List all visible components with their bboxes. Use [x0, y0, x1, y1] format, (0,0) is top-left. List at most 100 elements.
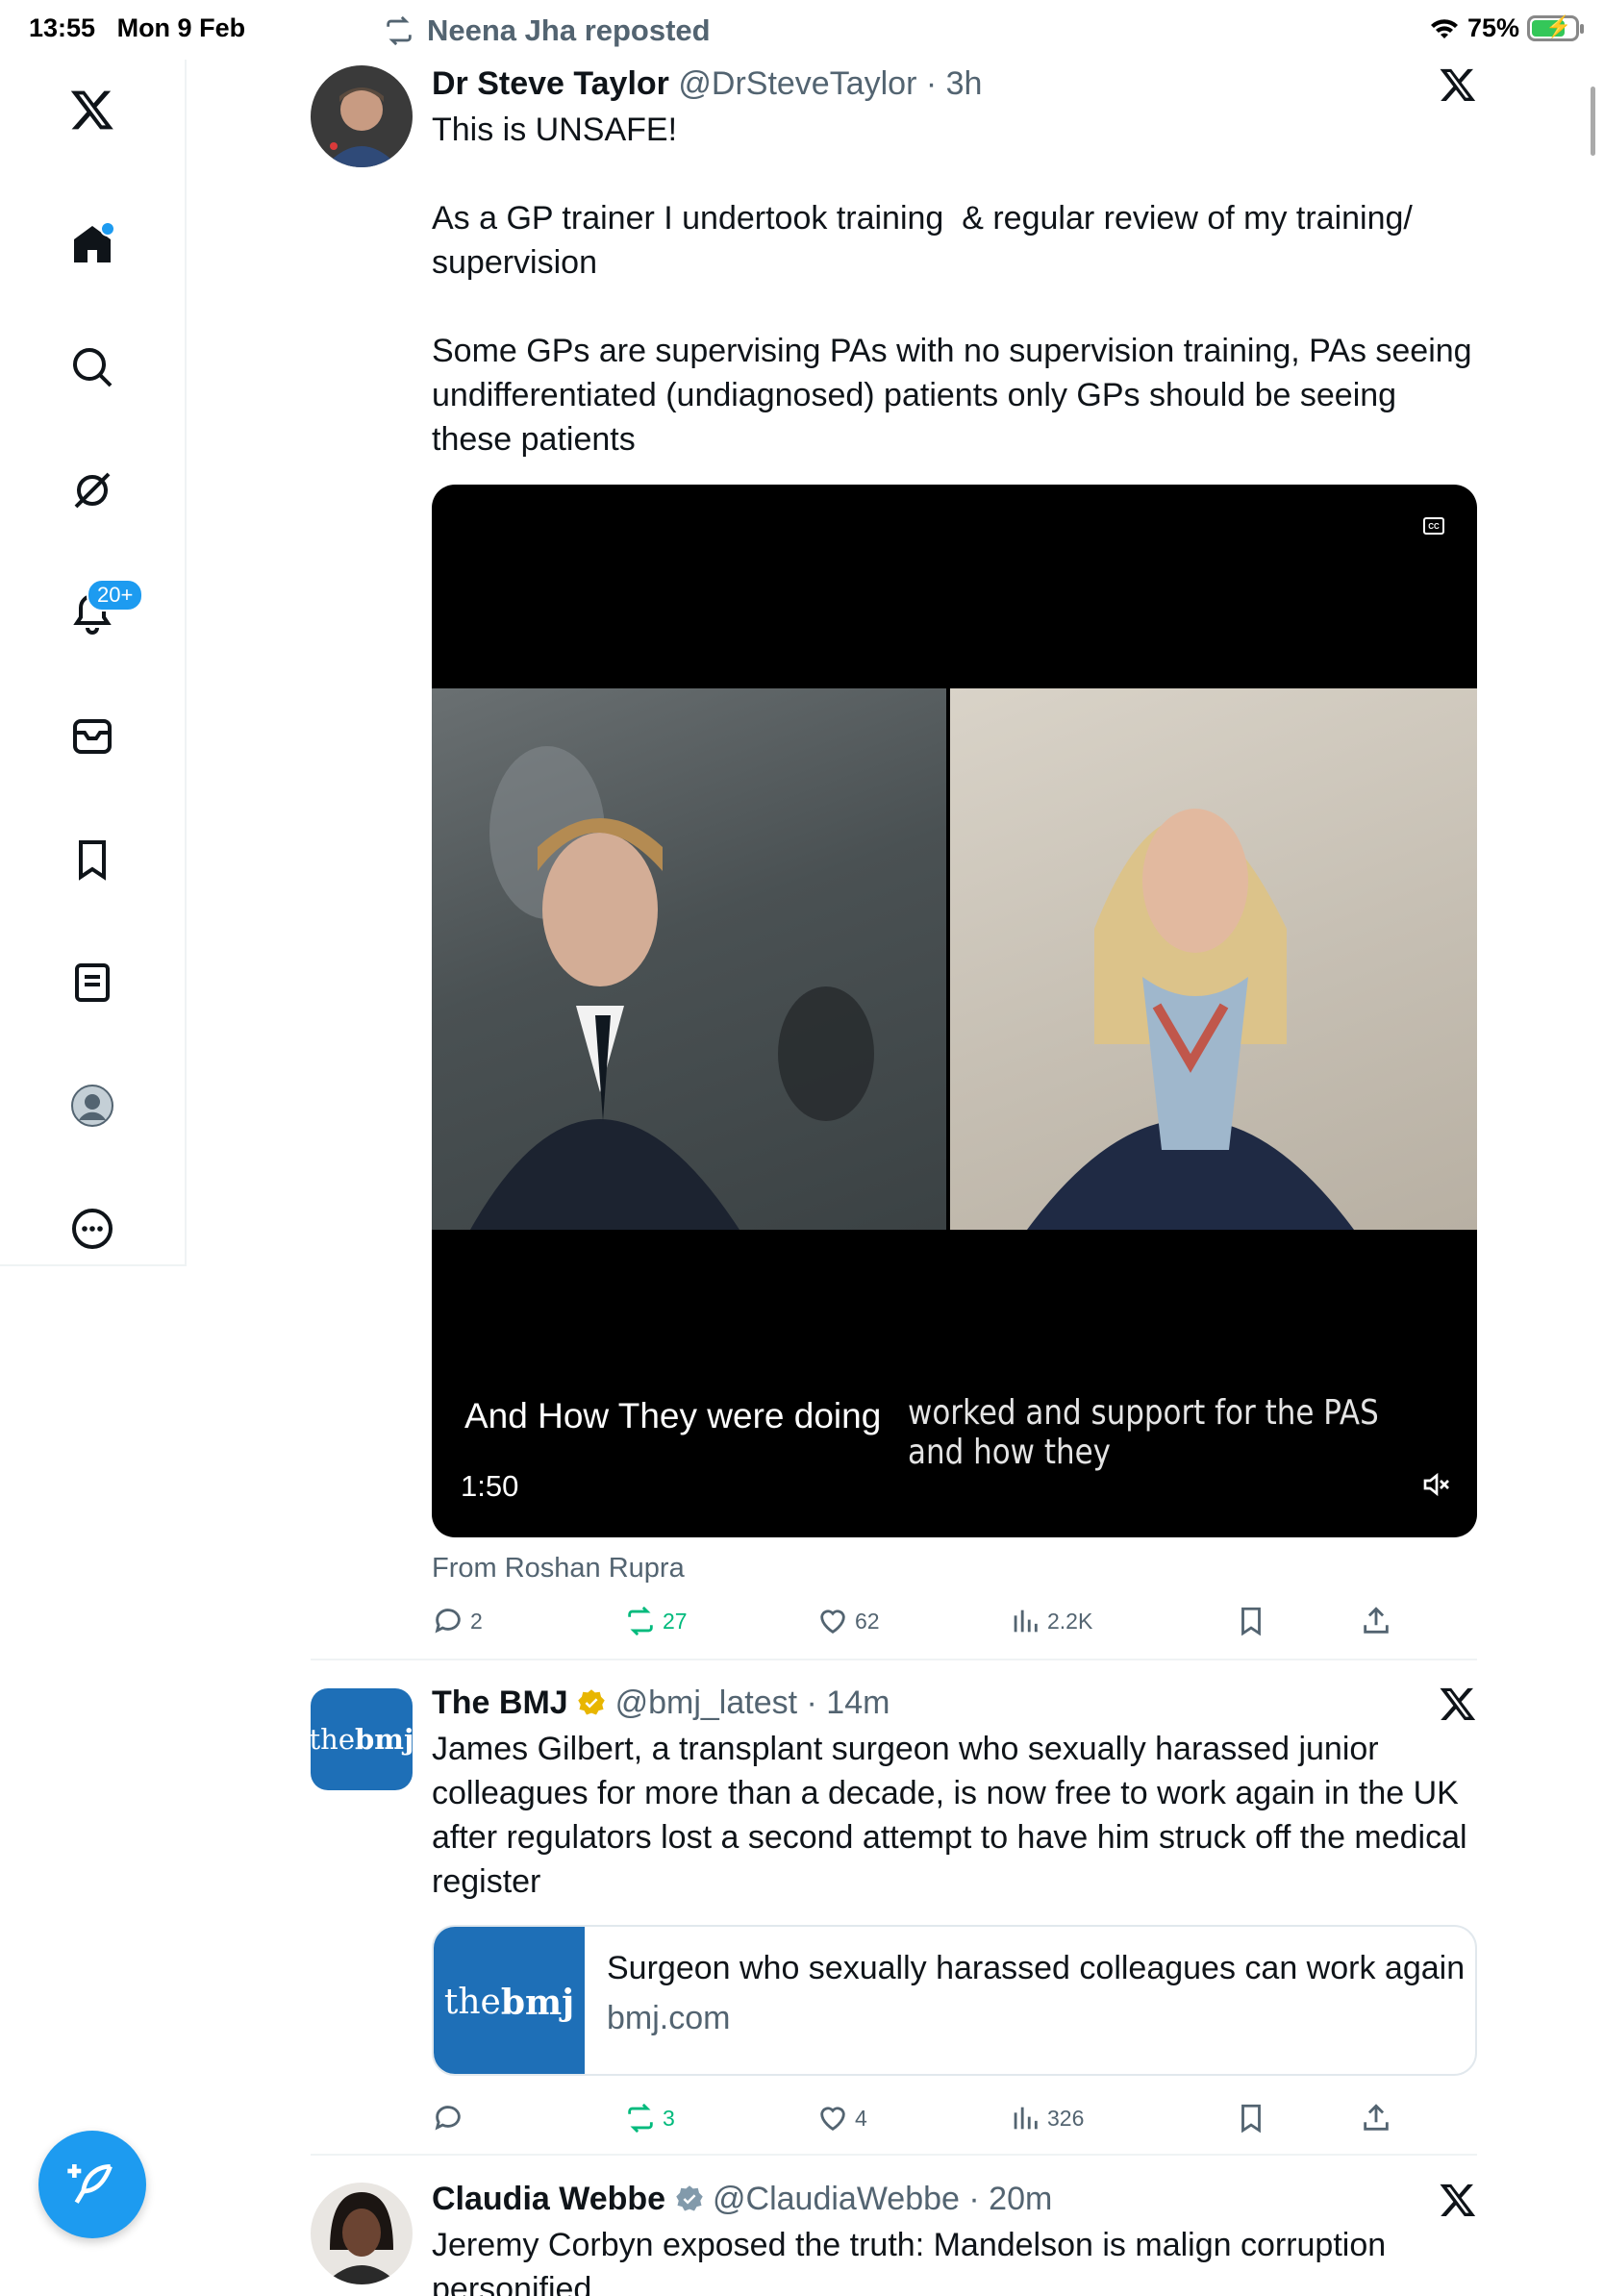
repost-count: 3: [663, 2105, 675, 2131]
wifi-icon: [1430, 18, 1458, 38]
video-player[interactable]: CC And How They were doing worked and su…: [432, 485, 1477, 1537]
repost-indicator: Neena Jha reposted: [383, 13, 711, 48]
repost-count: 27: [663, 1608, 688, 1634]
link-card-thumbnail: the bmj: [434, 1927, 585, 2074]
notifications-badge: 20+: [87, 579, 144, 611]
envelope-icon: [73, 719, 112, 754]
sidebar-item-notifications[interactable]: 20+: [65, 579, 144, 640]
x-logo-icon[interactable]: [65, 83, 119, 137]
mute-icon[interactable]: [1421, 1469, 1452, 1500]
author-avatar[interactable]: [311, 65, 413, 167]
repost-button[interactable]: 3: [624, 2102, 675, 2134]
view-count: 2.2K: [1047, 1608, 1093, 1634]
video-burned-caption: worked and support for the PAS and how t…: [908, 1393, 1379, 1472]
post-time[interactable]: 20m: [989, 2181, 1052, 2217]
share-button[interactable]: [1360, 2102, 1392, 2134]
captions-icon[interactable]: CC: [1423, 517, 1444, 535]
post-header: Dr Steve Taylor @DrSteveTaylor · 3h: [432, 65, 983, 102]
post-steve-taylor[interactable]: Dr Steve Taylor @DrSteveTaylor · 3h This…: [311, 63, 1477, 1650]
link-card-title: Surgeon who sexually harassed colleagues…: [607, 1950, 1466, 1986]
post-text: James Gilbert, a transplant surgeon who …: [432, 1731, 1477, 1900]
heart-icon: [820, 2107, 845, 2132]
home-notification-dot: [100, 221, 115, 237]
author-name[interactable]: Claudia Webbe: [432, 2181, 665, 2217]
search-icon: [73, 348, 113, 387]
author-avatar[interactable]: [311, 2183, 413, 2284]
sidebar-item-grok[interactable]: [65, 463, 119, 517]
post-bmj[interactable]: the bmj The BMJ @bmj_latest · 14m James G…: [311, 1683, 1477, 2144]
battery-icon: ⚡: [1527, 14, 1584, 41]
share-icon: [1364, 1607, 1389, 1634]
x-logo-icon[interactable]: [1439, 65, 1477, 104]
repost-icon: [628, 2103, 653, 2134]
x-logo-icon[interactable]: [1439, 2181, 1477, 2219]
profile-avatar-icon: [71, 1085, 113, 1127]
view-count: 326: [1047, 2105, 1085, 2131]
sidebar-item-more[interactable]: [65, 1202, 119, 1256]
link-card[interactable]: the bmj Surgeon who sexually harassed col…: [432, 1925, 1477, 2076]
post-header: Claudia Webbe @ClaudiaWebbe · 20m: [432, 2181, 1053, 2217]
gold-verified-badge-icon: [578, 1689, 605, 1715]
list-icon: [75, 963, 110, 1002]
sidebar-item-search[interactable]: [65, 340, 119, 394]
post-claudia-webbe[interactable]: Claudia Webbe @ClaudiaWebbe · 20m Jeremy…: [311, 2179, 1477, 2296]
views-button[interactable]: 2.2K: [1009, 1605, 1092, 1637]
share-button[interactable]: [1360, 1605, 1392, 1637]
author-name[interactable]: The BMJ: [432, 1685, 568, 1721]
bookmark-icon: [1241, 2104, 1261, 2134]
grey-verified-badge-icon: [675, 2185, 703, 2211]
status-bar: 13:55 Mon 9 Feb 75% ⚡: [0, 0, 1604, 60]
sidebar-item-profile[interactable]: [65, 1079, 119, 1133]
repost-label: Neena Jha reposted: [427, 13, 711, 47]
repost-button[interactable]: 27: [624, 1605, 688, 1637]
post-actions: 2 27 62 2.2K: [432, 1605, 1477, 1647]
heart-icon: [820, 1610, 845, 1635]
post-text: This is UNSAFE! As a GP trainer I undert…: [432, 112, 1472, 458]
author-handle[interactable]: @DrSteveTaylor: [678, 65, 916, 102]
reply-button[interactable]: [432, 2102, 470, 2134]
sidebar-item-home[interactable]: [65, 217, 119, 271]
reply-count: 2: [470, 1608, 483, 1634]
post-time[interactable]: 14m: [826, 1685, 890, 1721]
video-caption: And How They were doing: [464, 1396, 882, 1435]
like-count: 4: [855, 2105, 867, 2131]
sidebar-nav: 20+: [0, 60, 187, 1266]
sidebar-item-bookmarks[interactable]: [65, 833, 119, 886]
compose-post-button[interactable]: [38, 2131, 146, 2238]
share-icon: [1364, 2104, 1389, 2131]
author-avatar[interactable]: the bmj: [311, 1688, 413, 1790]
like-button[interactable]: 4: [816, 2102, 867, 2134]
video-duration: 1:50: [461, 1469, 519, 1503]
status-right: 75% ⚡: [1429, 13, 1584, 43]
compose-feather-icon: [67, 2164, 113, 2204]
post-time[interactable]: 3h: [946, 65, 983, 102]
sidebar-item-messages[interactable]: [65, 710, 119, 763]
video-source[interactable]: From Roshan Rupra: [432, 1553, 685, 1585]
views-button[interactable]: 326: [1009, 2102, 1084, 2134]
video-frame-left: [432, 688, 946, 1230]
post-text: Jeremy Corbyn exposed the truth: Mandels…: [432, 2227, 1395, 2296]
author-name[interactable]: Dr Steve Taylor: [432, 65, 669, 102]
post-header: The BMJ @bmj_latest · 14m: [432, 1685, 890, 1721]
status-time: 13:55 Mon 9 Feb: [29, 13, 246, 42]
reply-icon: [435, 1609, 461, 1634]
author-handle[interactable]: @ClaudiaWebbe: [713, 2181, 960, 2217]
repost-icon: [387, 15, 412, 46]
video-frame-right: [950, 688, 1477, 1230]
x-logo-icon[interactable]: [1439, 1685, 1477, 1723]
bookmark-icon: [79, 840, 106, 881]
sidebar-item-lists[interactable]: [65, 956, 119, 1010]
reply-button[interactable]: 2: [432, 1605, 483, 1637]
author-handle[interactable]: @bmj_latest: [615, 1685, 797, 1721]
views-chart-icon: [1014, 1610, 1038, 1633]
more-circle-icon: [72, 1209, 113, 1249]
battery-percent: 75%: [1466, 13, 1519, 42]
grok-icon: [74, 472, 111, 509]
post-actions: 3 4 326: [432, 2102, 1477, 2144]
scrollbar-thumb[interactable]: [1591, 87, 1595, 156]
like-button[interactable]: 62: [816, 1605, 880, 1637]
post-divider: [311, 1659, 1477, 1660]
bookmark-button[interactable]: [1235, 2102, 1267, 2134]
bookmark-button[interactable]: [1235, 1605, 1267, 1637]
like-count: 62: [855, 1608, 880, 1634]
